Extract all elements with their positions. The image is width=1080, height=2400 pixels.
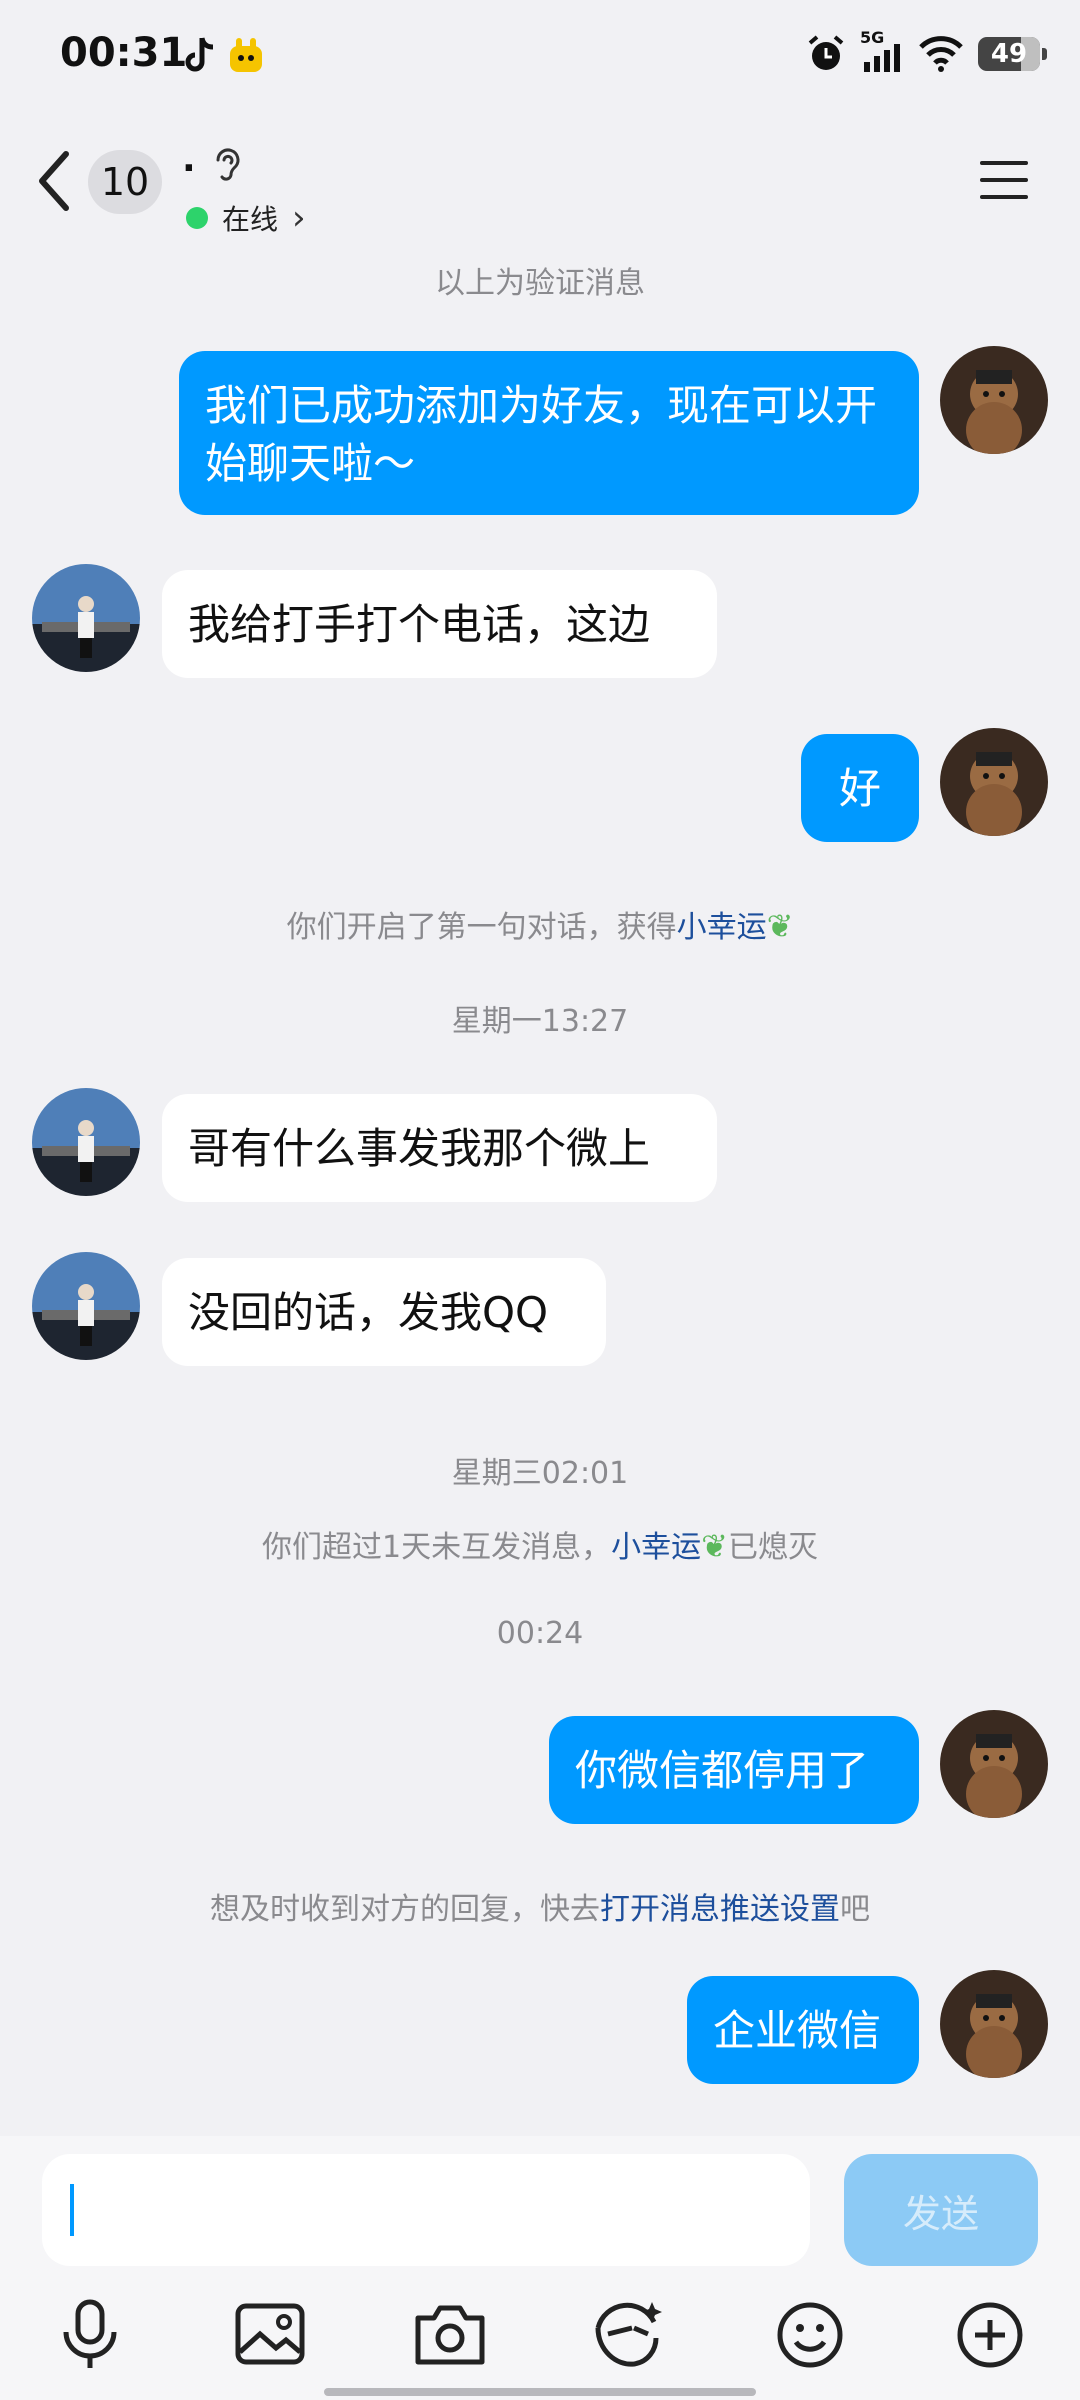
menu-icon[interactable] <box>978 158 1030 202</box>
alarm-icon <box>808 35 844 70</box>
push-settings-notice: 想及时收到对方的回复，快去打开消息推送设置吧 <box>0 1884 1080 1928</box>
contact-name[interactable]: · <box>182 148 196 189</box>
face-effect-icon[interactable] <box>588 2298 668 2372</box>
unread-count-badge[interactable]: 10 <box>88 150 162 214</box>
status-icons: 5G 49 <box>806 28 1047 74</box>
verification-note: 以上为验证消息 <box>435 266 645 301</box>
open-push-settings-link[interactable]: 打开消息推送设置 <box>600 1892 840 1927</box>
image-icon[interactable] <box>230 2298 310 2372</box>
status-time: 00:31 <box>60 30 188 76</box>
sprout-icon: ❦ <box>701 1527 728 1565</box>
first-chat-notice: 你们开启了第一句对话，获得小幸运❦ <box>0 902 1080 946</box>
message-bubble-outgoing[interactable]: 我们已成功添加为好友，现在可以开始聊天啦～ <box>179 351 919 515</box>
online-status-text: 在线 <box>222 203 279 236</box>
message-bubble-incoming[interactable]: 我给打手打个电话，这边 <box>162 570 717 678</box>
message-bubble-outgoing[interactable]: 你微信都停用了 <box>549 1716 919 1824</box>
microphone-icon[interactable] <box>50 2298 130 2372</box>
timestamp: 00:24 <box>496 1616 584 1651</box>
tiktok-icon <box>185 37 214 72</box>
my-avatar[interactable] <box>940 1970 1048 2078</box>
bunny-app-icon <box>230 38 262 72</box>
send-button[interactable]: 发送 <box>844 2154 1038 2266</box>
sprout-icon: ❦ <box>766 907 794 945</box>
camera-icon[interactable] <box>410 2298 490 2372</box>
timestamp: 星期一13:27 <box>451 1004 629 1039</box>
chevron-right-icon: › <box>292 198 306 238</box>
contact-avatar[interactable] <box>32 564 140 672</box>
home-indicator <box>324 2388 756 2396</box>
timestamp: 星期三02:01 <box>451 1456 629 1491</box>
my-avatar[interactable] <box>940 346 1048 454</box>
my-avatar[interactable] <box>940 728 1048 836</box>
plus-icon[interactable] <box>950 2298 1030 2372</box>
lucky-expired-text: 你们超过1天未互发消息， <box>262 1530 612 1565</box>
lucky-expired-notice: 你们超过1天未互发消息，小幸运❦已熄灭 <box>0 1522 1080 1566</box>
text-caret <box>70 2184 74 2236</box>
emoji-icon[interactable] <box>770 2298 850 2372</box>
message-bubble-outgoing[interactable]: 好 <box>801 734 919 842</box>
lucky-expired-suffix: 已熄灭 <box>727 1530 818 1565</box>
battery-indicator: 49 <box>978 37 1047 71</box>
my-avatar[interactable] <box>940 1710 1048 1818</box>
lucky-link[interactable]: 小幸运 <box>611 1530 701 1565</box>
contact-avatar[interactable] <box>32 1252 140 1360</box>
push-notice-suffix: 吧 <box>840 1892 870 1927</box>
ear-icon[interactable] <box>210 144 244 186</box>
battery-level: 49 <box>990 39 1028 69</box>
cell-signal-icon: 5G <box>860 28 904 74</box>
contact-avatar[interactable] <box>32 1088 140 1196</box>
push-notice-text: 想及时收到对方的回复，快去 <box>210 1892 600 1927</box>
online-dot <box>186 207 208 229</box>
first-chat-notice-text: 你们开启了第一句对话，获得 <box>286 910 677 945</box>
back-icon[interactable] <box>30 146 80 216</box>
message-bubble-incoming[interactable]: 没回的话，发我QQ <box>162 1258 606 1366</box>
wifi-icon <box>919 36 963 72</box>
lucky-link[interactable]: 小幸运 <box>677 910 767 945</box>
message-bubble-incoming[interactable]: 哥有什么事发我那个微上 <box>162 1094 717 1202</box>
message-bubble-outgoing[interactable]: 企业微信 <box>687 1976 919 2084</box>
message-input[interactable] <box>42 2154 810 2266</box>
online-status-row[interactable]: 在线 › <box>186 198 306 238</box>
